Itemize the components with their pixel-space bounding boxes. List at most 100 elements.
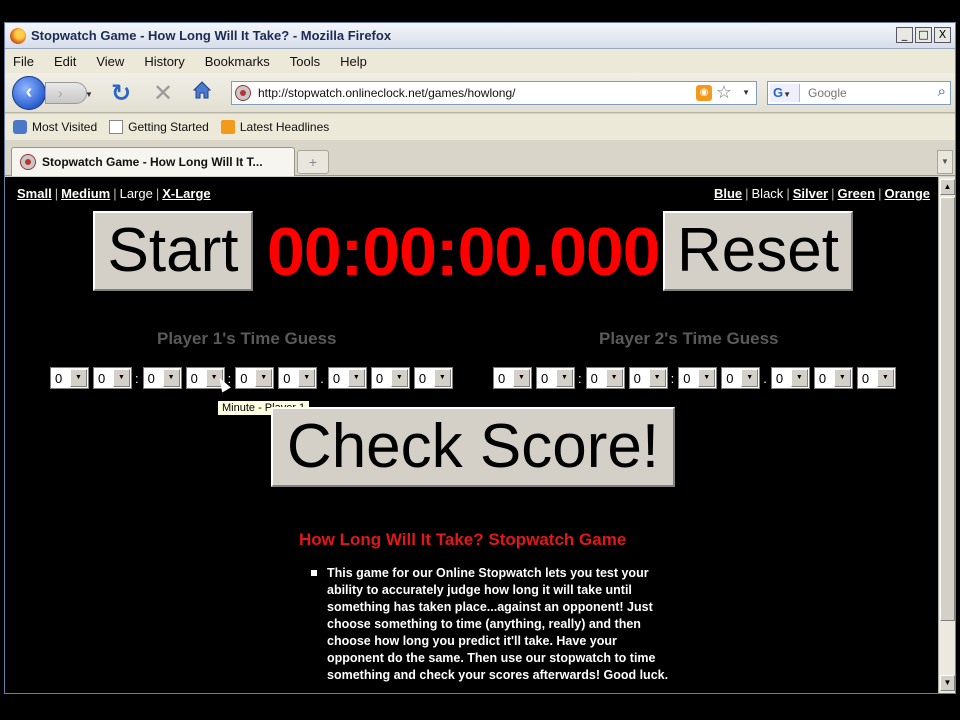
check-score-button[interactable]: Check Score! <box>271 407 675 487</box>
menu-view[interactable]: View <box>96 54 124 69</box>
search-icon[interactable]: ⌕ <box>938 83 946 100</box>
new-tab-button[interactable]: + <box>297 150 329 174</box>
p1-ms-hundreds-select[interactable]: 0 ▼ <box>327 367 367 389</box>
chevron-down-icon: ▼ <box>162 369 180 387</box>
p1-minute-tens-select[interactable]: 0 ▼ <box>142 367 182 389</box>
color-green-link[interactable]: Green <box>838 186 876 201</box>
back-button[interactable]: ‹ <box>12 76 46 110</box>
description-text: This game for our Online Stopwatch lets … <box>327 566 669 682</box>
bookmarks-toolbar: Most Visited Getting Started Latest Head… <box>5 114 955 140</box>
scroll-thumb[interactable] <box>940 197 955 621</box>
menu-help[interactable]: Help <box>340 54 367 69</box>
page-content: Small | Medium | Large | X-Large Blue | Black | Si… <box>5 177 938 693</box>
scroll-down-icon[interactable]: ▼ <box>940 675 955 691</box>
p1-ms-ones-select[interactable]: 0 ▼ <box>413 367 453 389</box>
minimize-button[interactable]: _ <box>896 27 913 43</box>
tab-favicon-icon <box>20 154 36 170</box>
search-box: G▼ ⌕ <box>767 81 951 105</box>
game-title: How Long Will It Take? Stopwatch Game <box>299 530 627 549</box>
p2-second-ones-select[interactable]: 0 ▼ <box>721 367 761 389</box>
bookmark-most-visited[interactable]: Most Visited <box>13 120 97 134</box>
menu-file[interactable]: File <box>13 54 34 69</box>
chevron-down-icon: ▼ <box>698 369 716 387</box>
most-visited-icon <box>13 120 27 134</box>
size-xlarge-link[interactable]: X-Large <box>162 186 210 201</box>
chevron-down-icon: ▼ <box>390 369 408 387</box>
p1-hour-tens-select[interactable]: 0 ▼ <box>50 367 89 389</box>
chevron-down-icon: ▼ <box>833 369 851 387</box>
address-bar[interactable]: http://stopwatch.onlineclock.net/games/h… <box>231 81 757 105</box>
p1-second-ones-select[interactable]: 0 ▼ <box>278 367 318 389</box>
bookmark-getting-started[interactable]: Getting Started <box>109 120 209 134</box>
reset-button[interactable]: Reset <box>663 211 853 291</box>
color-blue-link[interactable]: Blue <box>714 186 742 201</box>
vertical-scrollbar[interactable]: ▲ ▼ <box>938 177 955 693</box>
reload-icon[interactable]: ↻ <box>111 79 131 108</box>
maximize-button[interactable]: □ <box>915 27 932 43</box>
bookmark-star-icon[interactable]: ☆ <box>716 82 732 103</box>
page-icon <box>109 120 124 134</box>
chevron-down-icon: ▼ <box>790 369 808 387</box>
p2-second-tens-select[interactable]: 0 ▼ <box>678 367 718 389</box>
p2-hour-tens-select[interactable]: 0 ▼ <box>493 367 532 389</box>
stop-icon[interactable]: ✕ <box>153 79 173 108</box>
chevron-down-icon: ▼ <box>556 369 573 387</box>
size-large-selected: Large <box>119 186 153 201</box>
scroll-up-icon[interactable]: ▲ <box>940 179 955 195</box>
size-small-link[interactable]: Small <box>17 186 52 201</box>
color-silver-link[interactable]: Silver <box>793 186 828 201</box>
close-button[interactable]: X <box>934 27 951 43</box>
chevron-down-icon: ▼ <box>70 369 87 387</box>
p2-ms-hundreds-select[interactable]: 0 ▼ <box>770 367 810 389</box>
size-medium-link[interactable]: Medium <box>61 186 110 201</box>
forward-arrow-icon: › <box>58 85 63 101</box>
p1-ms-tens-select[interactable]: 0 ▼ <box>370 367 410 389</box>
home-icon[interactable] <box>191 79 213 101</box>
color-orange-link[interactable]: Orange <box>884 186 930 201</box>
url-dropdown-icon[interactable]: ▼ <box>742 88 750 97</box>
start-button[interactable]: Start <box>93 211 253 291</box>
title-bar: Stopwatch Game - How Long Will It Take? … <box>5 23 955 49</box>
chevron-down-icon: ▼ <box>347 369 365 387</box>
tab-stopwatch-game[interactable]: Stopwatch Game - How Long Will It T... <box>11 147 295 176</box>
p2-ms-ones-select[interactable]: 0 ▼ <box>856 367 896 389</box>
navigation-toolbar: ‹ › ▼ ↻ ✕ http://stopwatch.onlineclock.n… <box>5 73 955 113</box>
tab-label: Stopwatch Game - How Long Will It T... <box>42 155 263 169</box>
p2-ms-tens-select[interactable]: 0 ▼ <box>813 367 853 389</box>
window-controls: _ □ X <box>896 27 951 43</box>
p1-hour-ones-select[interactable]: 0 ▼ <box>93 367 132 389</box>
color-black-selected: Black <box>751 186 784 201</box>
p2-hour-ones-select[interactable]: 0 ▼ <box>536 367 575 389</box>
tab-list-dropdown-icon[interactable]: ▼ <box>937 150 953 174</box>
p2-minute-ones-select[interactable]: 0 ▼ <box>628 367 668 389</box>
chevron-down-icon: ▼ <box>433 369 451 387</box>
chevron-down-icon: ▼ <box>605 369 623 387</box>
color-links: Blue | Black | Silver | Green | Orange <box>713 186 930 201</box>
p1-second-tens-select[interactable]: 0 ▼ <box>235 367 275 389</box>
rss-feed-icon <box>220 120 235 134</box>
chevron-down-icon: ▼ <box>513 369 530 387</box>
back-arrow-icon: ‹ <box>25 81 33 103</box>
google-engine-icon[interactable]: G▼ <box>770 84 800 102</box>
history-dropdown-icon[interactable]: ▼ <box>85 90 93 99</box>
p2-minute-tens-select[interactable]: 0 ▼ <box>585 367 625 389</box>
menu-edit[interactable]: Edit <box>54 54 76 69</box>
search-input[interactable] <box>808 82 928 104</box>
forward-button[interactable]: › <box>45 82 87 104</box>
rss-feed-icon[interactable]: ◉ <box>696 85 712 101</box>
player1-guess-selects: 0 ▼ 0 ▼ : 0 ▼ 0 ▼ : 0 ▼ 0 ▼ . 0 ▼ 0 ▼ 0 ▼ <box>50 367 457 389</box>
menu-tools[interactable]: Tools <box>290 54 320 69</box>
chevron-down-icon: ▼ <box>113 369 130 387</box>
game-description: This game for our Online Stopwatch lets … <box>309 565 669 684</box>
player2-guess-selects: 0 ▼ 0 ▼ : 0 ▼ 0 ▼ : 0 ▼ 0 ▼ . 0 ▼ 0 ▼ 0 ▼ <box>493 367 900 389</box>
menu-history[interactable]: History <box>144 54 184 69</box>
bookmark-latest-headlines[interactable]: Latest Headlines <box>220 120 329 134</box>
site-favicon-icon <box>235 85 251 101</box>
menu-bookmarks[interactable]: Bookmarks <box>205 54 270 69</box>
url-text[interactable]: http://stopwatch.onlineclock.net/games/h… <box>258 86 515 100</box>
chevron-down-icon: ▼ <box>876 369 894 387</box>
chevron-down-icon: ▼ <box>648 369 666 387</box>
player2-guess-label: Player 2's Time Guess <box>599 329 779 348</box>
player1-guess-label: Player 1's Time Guess <box>157 329 337 348</box>
firefox-icon <box>10 28 26 44</box>
